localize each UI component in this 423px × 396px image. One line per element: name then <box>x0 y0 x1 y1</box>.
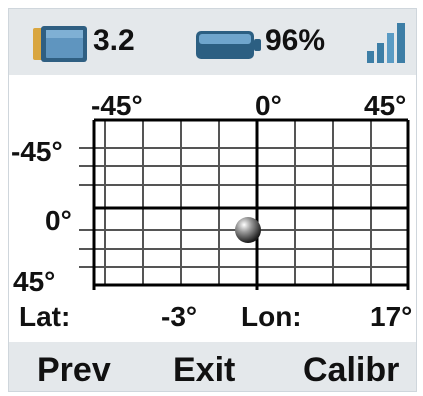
softkey-bar: Prev Exit Calibr <box>9 342 416 391</box>
tilt-grid-panel: -45° 0° 45° -45° 0° 45° <box>9 75 416 305</box>
top-tick-label: 45° <box>364 90 407 121</box>
latitude-label: Lat: <box>19 301 71 332</box>
exit-button[interactable]: Exit <box>173 350 235 390</box>
side-tick-label: -45° <box>11 136 63 167</box>
battery-percentage: 96% <box>265 24 326 57</box>
calibrate-button[interactable]: Calibr <box>303 350 399 390</box>
device-value: 3.2 <box>93 24 135 57</box>
level-screen: 3.2 96% -45° 0° 45° -45° 0° 45° Lat: -3°… <box>8 8 417 392</box>
side-tick-label: 45° <box>13 266 56 297</box>
latitude-value: -3° <box>161 301 198 332</box>
top-tick-label: 0° <box>255 90 282 121</box>
side-tick-label: 0° <box>45 205 72 236</box>
tilt-grid <box>79 118 410 290</box>
status-bar: 3.2 96% <box>9 9 416 75</box>
top-tick-label: -45° <box>91 90 143 121</box>
level-ball-icon <box>235 217 261 243</box>
prev-button[interactable]: Prev <box>37 350 111 390</box>
longitude-value: 17° <box>370 301 413 332</box>
display-device-icon <box>33 26 87 62</box>
longitude-label: Lon: <box>241 301 302 332</box>
battery-icon <box>196 31 261 59</box>
signal-strength-icon <box>367 23 405 63</box>
